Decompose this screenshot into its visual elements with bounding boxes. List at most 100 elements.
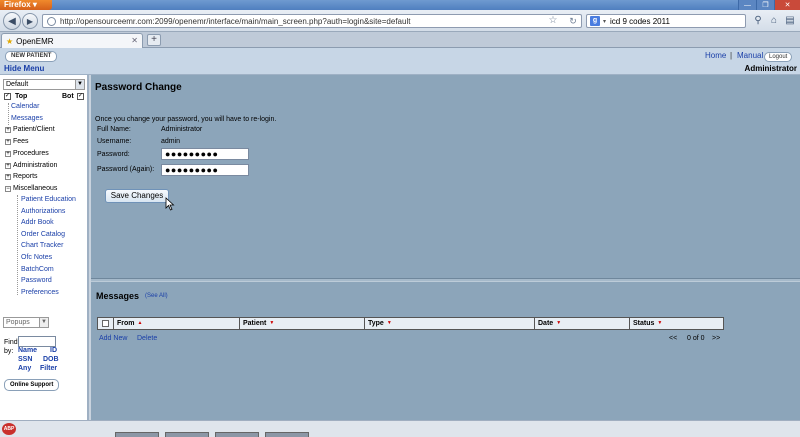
expand-plus-icon: +: [5, 173, 11, 180]
addon-bar-icon[interactable]: ABP: [2, 423, 16, 435]
menu-item-batchcom[interactable]: BatchCom: [21, 266, 54, 273]
hide-menu-link[interactable]: Hide Menu: [4, 64, 44, 73]
menu-item-authorizations[interactable]: Authorizations: [21, 208, 65, 215]
menu-category-miscellaneous[interactable]: − Miscellaneous: [5, 185, 57, 192]
password-label: Password:: [97, 151, 130, 158]
pager-next-link[interactable]: >>: [712, 335, 720, 342]
column-from[interactable]: From ▲: [114, 318, 240, 329]
messages-table-header: From ▲ Patient ▼ Type ▼ Date ▼ Status ▼: [97, 317, 724, 330]
taskbar-button[interactable]: [265, 432, 309, 437]
column-label: Date: [538, 320, 554, 327]
bookmark-star-icon[interactable]: ☆: [546, 14, 560, 28]
sort-icon: ▼: [386, 320, 392, 326]
maximize-icon[interactable]: ❐: [756, 0, 774, 10]
menu-item-ofc-notes[interactable]: Ofc Notes: [21, 254, 52, 261]
password-again-label: Password (Again):: [97, 166, 155, 173]
back-arrow-icon[interactable]: ◀: [3, 12, 21, 30]
menu-tree-line: [8, 103, 9, 125]
menu-item-calendar[interactable]: Calendar: [11, 103, 39, 110]
full-name-value: Administrator: [161, 126, 203, 133]
bot-checkbox[interactable]: ✓: [77, 93, 84, 100]
column-status[interactable]: Status ▼: [630, 318, 723, 329]
column-type[interactable]: Type ▼: [365, 318, 535, 329]
find-filter[interactable]: Filter: [40, 365, 57, 372]
online-support-button[interactable]: Online Support: [4, 379, 60, 391]
tab-openemr[interactable]: ★ OpenEMR ✕: [1, 33, 143, 48]
column-patient[interactable]: Patient ▼: [240, 318, 365, 329]
find-by-dob[interactable]: DOB: [43, 356, 59, 363]
find-by-name[interactable]: Name: [18, 347, 37, 354]
menu-item-chart-tracker[interactable]: Chart Tracker: [21, 242, 63, 249]
see-all-link[interactable]: (See All): [145, 293, 168, 299]
sort-icon: ▼: [556, 320, 562, 326]
column-date[interactable]: Date ▼: [535, 318, 630, 329]
taskbar-button[interactable]: [215, 432, 259, 437]
add-new-link[interactable]: Add New: [99, 335, 127, 342]
firefox-menu-label: Firefox: [4, 0, 31, 9]
submenu-tree-line: [17, 195, 18, 295]
new-patient-button[interactable]: NEW PATIENT: [5, 51, 58, 62]
password-again-input[interactable]: ●●●●●●●●●: [161, 164, 249, 176]
menu-category-procedures[interactable]: + Procedures: [5, 150, 49, 157]
new-tab-button[interactable]: +: [147, 34, 161, 46]
logout-button[interactable]: Logout: [764, 52, 793, 62]
menu-item-patient-education[interactable]: Patient Education: [21, 196, 76, 203]
select-all-cell: [98, 318, 114, 329]
column-label: Patient: [243, 320, 267, 327]
browser-status-bar: ABP: [0, 420, 800, 437]
menu-category-fees[interactable]: + Fees: [5, 138, 29, 145]
forward-arrow-icon[interactable]: ▶: [22, 13, 38, 29]
minimize-icon[interactable]: —: [738, 0, 756, 10]
find-by-id[interactable]: ID: [50, 347, 57, 354]
top-checkbox[interactable]: ✓: [4, 93, 11, 100]
page-title: Password Change: [95, 82, 182, 93]
menu-category-patient-client[interactable]: + Patient/Client: [5, 126, 55, 133]
home-icon[interactable]: ⌂: [766, 14, 782, 28]
select-all-checkbox[interactable]: [102, 320, 109, 327]
menu-item-order-catalog[interactable]: Order Catalog: [21, 231, 65, 238]
menu-item-preferences[interactable]: Preferences: [21, 289, 59, 296]
tab-close-icon[interactable]: ✕: [131, 36, 138, 45]
firefox-menu-button[interactable]: Firefox ▾: [0, 0, 52, 10]
menu-item-addr-book[interactable]: Addr Book: [21, 219, 54, 226]
browser-nav-bar: ◀ ▶ http://opensourceemr.com:2099/openem…: [0, 10, 800, 32]
column-label: From: [117, 320, 135, 327]
find-input[interactable]: [18, 336, 56, 347]
menu-item-password[interactable]: Password: [21, 277, 52, 284]
taskbar-button[interactable]: [165, 432, 209, 437]
close-window-icon[interactable]: ✕: [774, 0, 800, 10]
popups-select[interactable]: Popups ▼: [3, 317, 49, 328]
search-engine-dropdown-icon[interactable]: ▾: [603, 18, 606, 25]
menu-layout-select[interactable]: Default ▼: [3, 79, 85, 90]
menu-item-messages[interactable]: Messages: [11, 115, 43, 122]
reload-icon[interactable]: ↻: [566, 14, 580, 28]
search-magnifier-icon[interactable]: ⚲: [750, 14, 766, 28]
tab-title: OpenEMR: [16, 36, 54, 46]
category-label: Patient/Client: [13, 126, 55, 133]
home-link[interactable]: Home: [705, 51, 726, 60]
browser-search-input[interactable]: g ▾ icd 9 codes 2011: [586, 14, 746, 28]
find-by-ssn[interactable]: SSN: [18, 356, 32, 363]
menu-category-administration[interactable]: + Administration: [5, 162, 57, 169]
window-controls: — ❐ ✕: [738, 0, 800, 10]
delete-link[interactable]: Delete: [137, 335, 157, 342]
expand-plus-icon: +: [5, 138, 11, 145]
url-bar[interactable]: http://opensourceemr.com:2099/openemr/in…: [42, 14, 582, 28]
bookmarks-menu-icon[interactable]: ▤: [782, 14, 798, 28]
sort-icon: ▲: [137, 320, 143, 326]
pager-info: 0 of 0: [687, 335, 705, 342]
browser-title-bar: Firefox ▾ — ❐ ✕: [0, 0, 800, 10]
pager-prev-link[interactable]: <<: [669, 335, 677, 342]
frame-divider[interactable]: [91, 278, 800, 282]
expand-plus-icon: +: [5, 150, 11, 157]
password-input[interactable]: ●●●●●●●●●: [161, 148, 249, 160]
messages-title: Messages: [96, 291, 140, 301]
menu-category-reports[interactable]: + Reports: [5, 173, 38, 180]
category-label: Reports: [13, 173, 38, 180]
taskbar-button[interactable]: [115, 432, 159, 437]
chevron-down-icon: ▼: [39, 318, 48, 327]
manual-link[interactable]: Manual: [737, 51, 763, 60]
find-by-any[interactable]: Any: [18, 365, 31, 372]
save-changes-button[interactable]: Save Changes: [105, 189, 169, 203]
expand-plus-icon: +: [5, 162, 11, 169]
